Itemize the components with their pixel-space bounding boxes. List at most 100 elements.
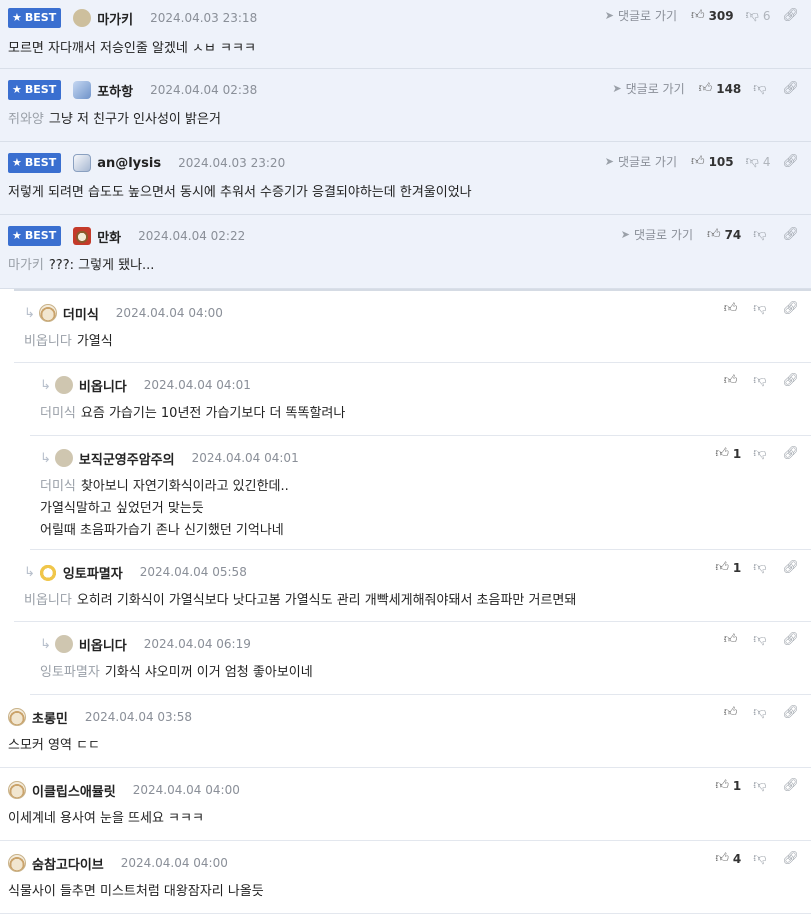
comment-author[interactable]: 비옵니다 bbox=[79, 635, 127, 654]
comment-date: 2024.04.04 04:01 bbox=[143, 378, 251, 392]
comment-actions: 👍︎ 1 👎︎ 🔗︎ bbox=[715, 778, 799, 793]
thumbs-down-icon: 👎︎ bbox=[753, 446, 767, 461]
comment-reply: ↳ 비옵니다 2024.04.04 04:01 👍︎ 👎︎ 🔗︎ 더미식 요즘 가… bbox=[30, 363, 811, 436]
upvote-button[interactable]: 👍︎ 4 bbox=[715, 851, 741, 866]
reply-arrow-icon: ↳ bbox=[24, 305, 35, 321]
thumbs-up-icon: 👍︎ bbox=[715, 446, 729, 461]
comment-date: 2024.04.04 03:58 bbox=[84, 710, 192, 724]
mention[interactable]: 더미식 bbox=[40, 479, 76, 494]
upvote-button[interactable]: 👍︎ 1 bbox=[715, 446, 741, 461]
link-icon[interactable]: 🔗︎ bbox=[782, 560, 799, 575]
downvote-button[interactable]: 👎︎ bbox=[753, 705, 770, 720]
mention[interactable]: 마가키 bbox=[8, 258, 44, 273]
comment-actions: ➤ 댓글로 가기 👍︎ 74 👎︎ 🔗︎ bbox=[621, 226, 799, 243]
link-icon[interactable]: 🔗︎ bbox=[782, 227, 799, 242]
comment: 이클립스애뮬릿 2024.04.04 04:00 👍︎ 1 👎︎ 🔗︎ 이세계네 … bbox=[0, 768, 811, 841]
link-icon[interactable]: 🔗︎ bbox=[782, 446, 799, 461]
comment-author[interactable]: an@lysis bbox=[97, 156, 161, 171]
mention[interactable]: 비옵니다 bbox=[24, 334, 72, 349]
upvote-button[interactable]: 👍︎ bbox=[724, 632, 742, 647]
comment-author[interactable]: 마가키 bbox=[97, 9, 133, 28]
comment-author[interactable]: 만화 bbox=[97, 227, 121, 246]
avatar[interactable] bbox=[54, 635, 73, 653]
downvote-button[interactable]: 👎︎ bbox=[753, 632, 770, 647]
comment-author[interactable]: 보직군영주암주의 bbox=[79, 449, 175, 468]
downvote-button[interactable]: 👎︎ bbox=[753, 446, 770, 461]
comment-reply: ↳ 더미식 2024.04.04 04:00 👍︎ 👎︎ 🔗︎ 비옵니다 가열식 bbox=[14, 291, 811, 363]
comment-reply: ↳ 잉토파멸자 2024.04.04 05:58 👍︎ 1 👎︎ 🔗︎ 비옵니다 오… bbox=[14, 550, 811, 622]
send-icon: ➤ bbox=[604, 9, 614, 22]
link-icon[interactable]: 🔗︎ bbox=[782, 705, 799, 720]
link-icon[interactable]: 🔗︎ bbox=[782, 81, 799, 96]
link-icon[interactable]: 🔗︎ bbox=[782, 301, 799, 316]
downvote-button[interactable]: 👎︎ bbox=[753, 81, 770, 96]
upvote-button[interactable]: 👍︎ 148 bbox=[699, 81, 742, 96]
downvote-button[interactable]: 👎︎ bbox=[753, 560, 770, 575]
comment-author[interactable]: 초롱민 bbox=[32, 708, 68, 727]
downvote-button[interactable]: 👎︎ bbox=[753, 778, 770, 793]
downvote-button[interactable]: 👎︎ bbox=[753, 301, 770, 316]
goto-reply-link[interactable]: ➤ 댓글로 가기 bbox=[612, 80, 684, 97]
comment-author[interactable]: 숨참고다이브 bbox=[32, 854, 104, 873]
comment-author[interactable]: 비옵니다 bbox=[79, 376, 127, 395]
upvote-button[interactable]: 👍︎ bbox=[724, 705, 742, 720]
downvote-button[interactable]: 👎︎ bbox=[753, 227, 770, 242]
thumbs-up-icon: 👍︎ bbox=[690, 154, 705, 169]
thumbs-up-icon: 👍︎ bbox=[723, 301, 738, 316]
comment-actions: 👍︎ 👎︎ 🔗︎ bbox=[724, 705, 799, 720]
mention[interactable]: 비옵니다 bbox=[24, 593, 72, 608]
comment-best: ★ BEST an@lysis 2024.04.03 23:20 ➤ 댓글로 가기 … bbox=[0, 142, 811, 215]
thumbs-down-icon: 👎︎ bbox=[753, 227, 767, 242]
avatar[interactable] bbox=[73, 81, 92, 99]
comment-date: 2024.04.04 02:38 bbox=[150, 83, 258, 97]
star-icon: ★ bbox=[12, 229, 22, 242]
avatar[interactable] bbox=[38, 563, 57, 581]
upvote-button[interactable]: 👍︎ bbox=[724, 301, 742, 316]
comment-text: 비옵니다 가열식 bbox=[24, 334, 113, 349]
avatar[interactable] bbox=[73, 9, 92, 27]
upvote-button[interactable]: 👍︎ 1 bbox=[715, 778, 741, 793]
comment-text: 비옵니다 오히려 기화식이 가열식보다 낫다고봄 가열식도 관리 개빡세게해줘야돼… bbox=[24, 593, 577, 608]
downvote-button[interactable]: 👎︎ bbox=[753, 851, 770, 866]
avatar[interactable] bbox=[54, 376, 73, 394]
upvote-button[interactable]: 👍︎ 309 bbox=[691, 8, 734, 23]
downvote-button[interactable]: 👎︎ 6 bbox=[746, 8, 771, 23]
comment-author[interactable]: 이클립스애뮬릿 bbox=[32, 781, 116, 800]
goto-reply-link[interactable]: ➤ 댓글로 가기 bbox=[605, 153, 677, 170]
mention[interactable]: 잉토파멸자 bbox=[40, 665, 100, 680]
link-icon[interactable]: 🔗︎ bbox=[782, 154, 799, 169]
downvote-button[interactable]: 👎︎ 4 bbox=[746, 154, 771, 169]
mention[interactable]: 쥐와양 bbox=[8, 112, 44, 127]
send-icon: ➤ bbox=[612, 82, 622, 95]
avatar[interactable] bbox=[73, 227, 92, 245]
upvote-button[interactable]: 👍︎ 1 bbox=[715, 560, 741, 575]
goto-reply-link[interactable]: ➤ 댓글로 가기 bbox=[621, 226, 693, 243]
link-icon[interactable]: 🔗︎ bbox=[782, 632, 799, 647]
avatar[interactable] bbox=[73, 154, 92, 172]
upvote-button[interactable]: 👍︎ bbox=[724, 373, 742, 388]
best-badge: ★ BEST bbox=[8, 8, 62, 28]
link-icon[interactable]: 🔗︎ bbox=[782, 851, 799, 866]
comment-actions: 👍︎ 1 👎︎ 🔗︎ bbox=[715, 560, 799, 575]
avatar[interactable] bbox=[8, 708, 26, 726]
upvote-button[interactable]: 👍︎ 105 bbox=[691, 154, 734, 169]
comment-author[interactable]: 더미식 bbox=[63, 304, 99, 323]
upvote-button[interactable]: 👍︎ 74 bbox=[707, 227, 741, 242]
thumbs-up-icon: 👍︎ bbox=[715, 778, 729, 793]
avatar[interactable] bbox=[38, 304, 57, 322]
comment-author[interactable]: 포하항 bbox=[97, 81, 133, 100]
comment-text: 쥐와양 그냥 저 친구가 인사성이 밝은거 bbox=[8, 112, 221, 127]
avatar[interactable] bbox=[54, 449, 73, 467]
mention[interactable]: 더미식 bbox=[40, 406, 76, 421]
link-icon[interactable]: 🔗︎ bbox=[782, 778, 799, 793]
link-icon[interactable]: 🔗︎ bbox=[782, 8, 799, 23]
goto-reply-link[interactable]: ➤ 댓글로 가기 bbox=[605, 7, 677, 24]
comment-text: 모르면 자다깨서 저승인줄 알겠네 ㅅㅂ ㅋㅋㅋ bbox=[8, 41, 256, 56]
link-icon[interactable]: 🔗︎ bbox=[782, 373, 799, 388]
comment-author[interactable]: 잉토파멸자 bbox=[63, 563, 123, 582]
downvote-button[interactable]: 👎︎ bbox=[753, 373, 770, 388]
avatar[interactable] bbox=[8, 781, 26, 799]
best-badge: ★ BEST bbox=[8, 153, 62, 173]
thumbs-down-icon: 👎︎ bbox=[753, 301, 767, 316]
avatar[interactable] bbox=[8, 854, 26, 872]
